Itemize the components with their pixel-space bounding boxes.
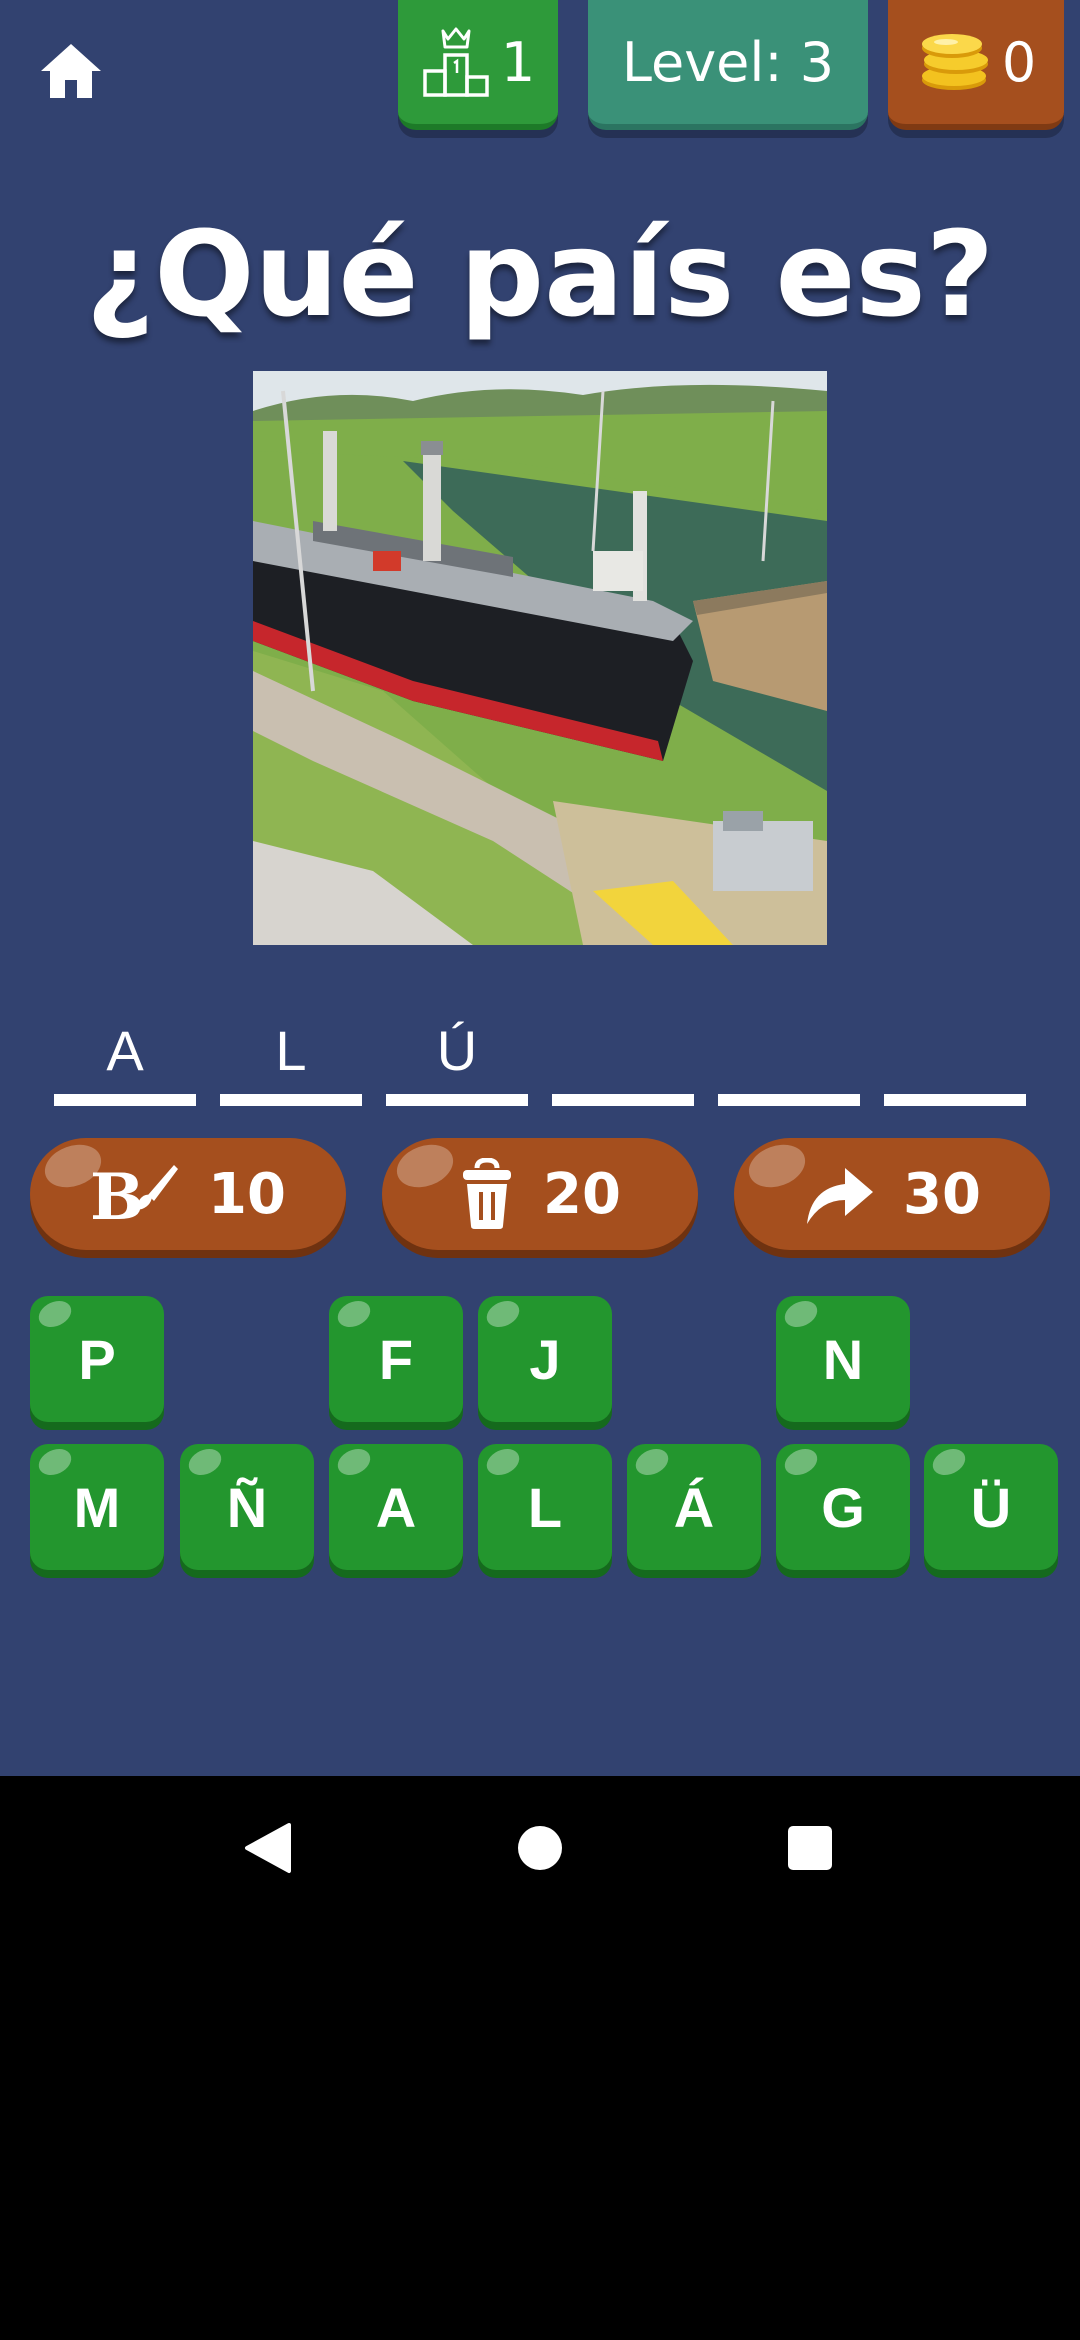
answer-underline <box>220 1094 362 1106</box>
system-nav-bar <box>0 1776 1080 1920</box>
key-label: Ü <box>970 1475 1012 1539</box>
answer-slot[interactable]: A <box>54 1010 196 1106</box>
answer-slot[interactable]: Ú <box>386 1010 528 1106</box>
letter-key[interactable]: P <box>30 1295 164 1422</box>
answer-letter: Ú <box>436 1019 478 1082</box>
level-label: Level: 3 <box>621 30 835 94</box>
key-label: L <box>527 1475 563 1539</box>
answer-letter: L <box>275 1019 307 1082</box>
letter-key[interactable]: J <box>478 1295 612 1422</box>
podium-icon <box>423 27 489 97</box>
coins-icon <box>921 34 988 90</box>
answer-underline <box>552 1094 694 1106</box>
answer-slot[interactable] <box>718 1010 860 1106</box>
letter-key[interactable]: L <box>478 1443 612 1570</box>
letter-key[interactable]: Ñ <box>180 1443 314 1570</box>
reveal-letter-cost: 10 <box>208 1161 286 1227</box>
coins-value: 0 <box>1001 30 1037 94</box>
nav-back-button[interactable] <box>220 1800 316 1896</box>
key-label: A <box>375 1475 417 1539</box>
skip-level-button[interactable]: 30 <box>734 1137 1050 1250</box>
answer-slot[interactable] <box>552 1010 694 1106</box>
letter-key[interactable]: F <box>329 1295 463 1422</box>
answer-underline <box>884 1094 1026 1106</box>
key-label: N <box>822 1327 864 1391</box>
question-title: ¿Qué país es? <box>85 205 995 343</box>
paint-brush-icon: B <box>90 1160 179 1229</box>
key-label: F <box>378 1327 414 1391</box>
letter-key[interactable]: G <box>776 1443 910 1570</box>
key-label: P <box>78 1327 116 1391</box>
level-badge: Level: 3 <box>588 0 868 130</box>
answer-slot[interactable] <box>884 1010 1026 1106</box>
reveal-letter-button[interactable]: B 10 <box>30 1137 346 1250</box>
nav-home-button[interactable] <box>492 1800 588 1896</box>
answer-letter: A <box>106 1019 144 1082</box>
back-triangle-icon <box>245 1823 291 1873</box>
letter-key[interactable]: Á <box>627 1443 761 1570</box>
letter-key[interactable]: M <box>30 1443 164 1570</box>
answer-slot[interactable]: L <box>220 1010 362 1106</box>
key-label: J <box>529 1327 561 1391</box>
letter-key[interactable]: N <box>776 1295 910 1422</box>
trash-icon <box>463 1158 512 1229</box>
key-label: Á <box>673 1475 715 1539</box>
home-icon <box>41 44 101 98</box>
key-label: Ñ <box>226 1475 268 1539</box>
answer-slots: A L Ú <box>54 1010 1026 1106</box>
remove-letters-cost: 20 <box>543 1161 621 1227</box>
game-screen: 1 Level: 3 0 ¿Qué país es? A L Ú B 10 20… <box>0 0 1080 1776</box>
home-button[interactable] <box>30 30 112 112</box>
answer-underline <box>386 1094 528 1106</box>
coins-badge[interactable]: 0 <box>888 0 1064 130</box>
skip-arrow-icon <box>807 1168 874 1224</box>
question-photo <box>253 371 827 945</box>
answer-underline <box>718 1094 860 1106</box>
key-label: M <box>73 1475 121 1539</box>
home-circle-icon <box>518 1826 562 1870</box>
letter-key[interactable]: A <box>329 1443 463 1570</box>
nav-recents-button[interactable] <box>762 1800 858 1896</box>
rank-badge[interactable]: 1 <box>398 0 558 130</box>
skip-level-cost: 30 <box>903 1161 981 1227</box>
answer-underline <box>54 1094 196 1106</box>
key-label: G <box>821 1475 865 1539</box>
recents-square-icon <box>788 1826 832 1870</box>
remove-letters-button[interactable]: 20 <box>382 1137 698 1250</box>
rank-value: 1 <box>500 30 536 94</box>
letter-key[interactable]: Ü <box>924 1443 1058 1570</box>
